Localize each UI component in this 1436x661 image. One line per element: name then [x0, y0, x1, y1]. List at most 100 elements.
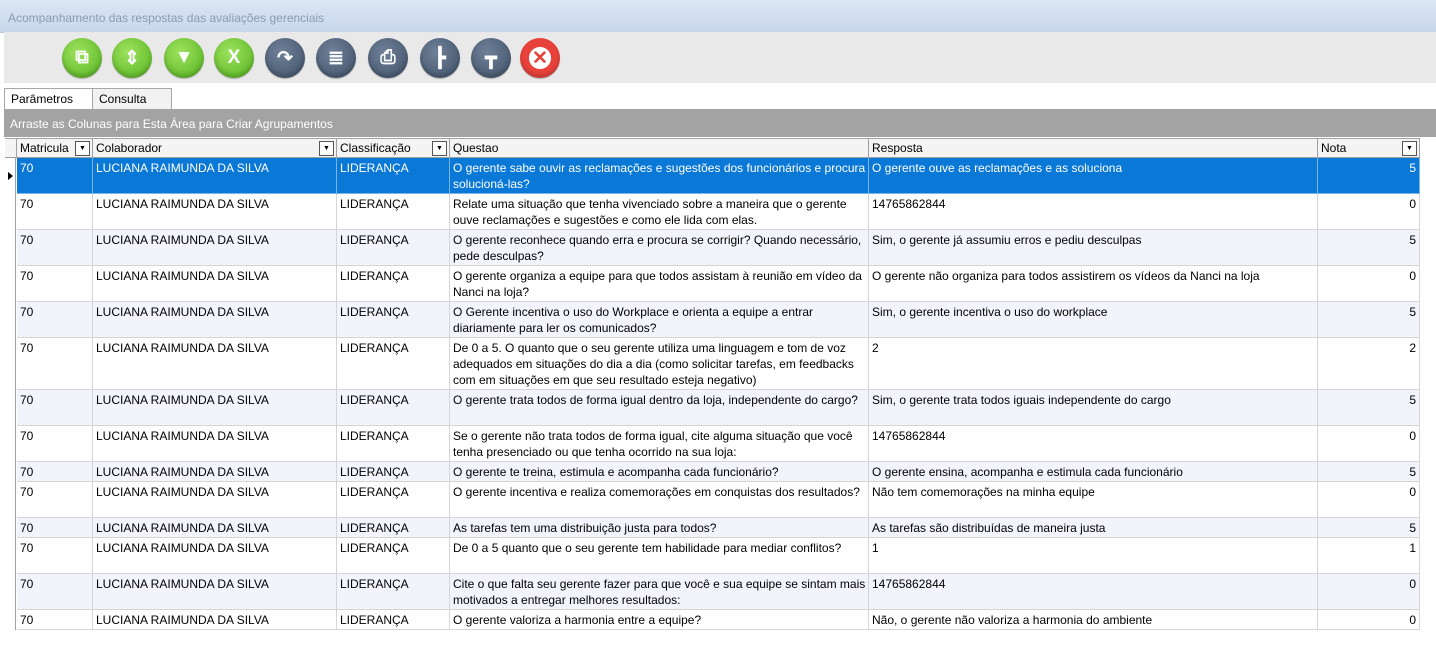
row-indicator[interactable] — [5, 194, 16, 230]
cell-classificacao[interactable]: LIDERANÇA — [337, 194, 450, 230]
cell-colaborador[interactable]: LUCIANA RAIMUNDA DA SILVA — [93, 390, 337, 426]
group-by-panel[interactable]: Arraste as Colunas para Esta Área para C… — [4, 109, 1436, 137]
cell-matricula[interactable]: 70 — [17, 462, 93, 482]
cell-colaborador[interactable]: LUCIANA RAIMUNDA DA SILVA — [93, 230, 337, 266]
tab-consulta[interactable]: Consulta — [92, 88, 172, 109]
cell-matricula[interactable]: 70 — [17, 426, 93, 462]
cell-matricula[interactable]: 70 — [17, 230, 93, 266]
cell-nota[interactable]: 0 — [1318, 194, 1420, 230]
cell-colaborador[interactable]: LUCIANA RAIMUNDA DA SILVA — [93, 194, 337, 230]
cell-questao[interactable]: O gerente incentiva e realiza comemoraçõ… — [450, 482, 869, 518]
cell-questao[interactable]: De 0 a 5 quanto que o seu gerente tem ha… — [450, 538, 869, 574]
cell-colaborador[interactable]: LUCIANA RAIMUNDA DA SILVA — [93, 574, 337, 610]
cell-classificacao[interactable]: LIDERANÇA — [337, 390, 450, 426]
export-document-button[interactable]: ⇕ — [112, 38, 152, 78]
cell-matricula[interactable]: 70 — [17, 266, 93, 302]
cell-nota[interactable]: 0 — [1318, 610, 1420, 630]
cell-classificacao[interactable]: LIDERANÇA — [337, 462, 450, 482]
column-header-colaborador[interactable]: Colaborador ▼ — [93, 138, 337, 158]
cell-resposta[interactable]: O gerente não organiza para todos assist… — [869, 266, 1318, 302]
cell-colaborador[interactable]: LUCIANA RAIMUNDA DA SILVA — [93, 482, 337, 518]
column-header-nota[interactable]: Nota ▼ — [1318, 138, 1420, 158]
cell-questao[interactable]: O gerente organiza a equipe para que tod… — [450, 266, 869, 302]
row-indicator[interactable] — [5, 266, 16, 302]
cell-classificacao[interactable]: LIDERANÇA — [337, 158, 450, 194]
new-document-button[interactable]: ⧉ — [62, 38, 102, 78]
table-row[interactable]: 70 LUCIANA RAIMUNDA DA SILVA LIDERANÇA O ge… — [5, 230, 1421, 266]
cell-colaborador[interactable]: LUCIANA RAIMUNDA DA SILVA — [93, 426, 337, 462]
table-row[interactable]: 70 LUCIANA RAIMUNDA DA SILVA LIDERANÇA O ge… — [5, 266, 1421, 302]
table-row[interactable]: 70 LUCIANA RAIMUNDA DA SILVA LIDERANÇA O Ge… — [5, 302, 1421, 338]
printer-button[interactable]: ⎙ — [368, 38, 408, 78]
table-row[interactable]: 70 LUCIANA RAIMUNDA DA SILVA LIDERANÇA O ge… — [5, 462, 1421, 482]
cell-resposta[interactable]: Não tem comemorações na minha equipe — [869, 482, 1318, 518]
cell-nota[interactable]: 5 — [1318, 158, 1420, 194]
column-header-resposta[interactable]: Resposta — [869, 138, 1318, 158]
row-indicator[interactable] — [5, 390, 16, 426]
table-row[interactable]: 70 LUCIANA RAIMUNDA DA SILVA LIDERANÇA Rela… — [5, 194, 1421, 230]
row-indicator[interactable] — [5, 574, 16, 610]
cell-colaborador[interactable]: LUCIANA RAIMUNDA DA SILVA — [93, 518, 337, 538]
cell-nota[interactable]: 0 — [1318, 482, 1420, 518]
filter-dropdown-icon[interactable]: ▼ — [1402, 141, 1417, 156]
tree-collapse-button[interactable]: ┳ — [471, 38, 511, 78]
table-row[interactable]: 70 LUCIANA RAIMUNDA DA SILVA LIDERANÇA De 0… — [5, 338, 1421, 390]
cell-colaborador[interactable]: LUCIANA RAIMUNDA DA SILVA — [93, 338, 337, 390]
tab-parametros[interactable]: Parâmetros — [4, 88, 95, 109]
row-indicator[interactable] — [5, 538, 16, 574]
cell-resposta[interactable]: Sim, o gerente incentiva o uso do workpl… — [869, 302, 1318, 338]
filter-dropdown-icon[interactable]: ▼ — [319, 141, 334, 156]
cell-nota[interactable]: 5 — [1318, 518, 1420, 538]
cell-resposta[interactable]: 14765862844 — [869, 194, 1318, 230]
cell-questao[interactable]: Relate uma situação que tenha vivenciado… — [450, 194, 869, 230]
cell-classificacao[interactable]: LIDERANÇA — [337, 518, 450, 538]
cell-resposta[interactable]: As tarefas são distribuídas de maneira j… — [869, 518, 1318, 538]
cell-nota[interactable]: 5 — [1318, 230, 1420, 266]
excel-button[interactable]: X — [214, 38, 254, 78]
cell-resposta[interactable]: 2 — [869, 338, 1318, 390]
cell-resposta[interactable]: 14765862844 — [869, 426, 1318, 462]
cell-nota[interactable]: 0 — [1318, 426, 1420, 462]
table-row[interactable]: 70 LUCIANA RAIMUNDA DA SILVA LIDERANÇA De 0… — [5, 538, 1421, 574]
cell-classificacao[interactable]: LIDERANÇA — [337, 302, 450, 338]
cell-colaborador[interactable]: LUCIANA RAIMUNDA DA SILVA — [93, 462, 337, 482]
table-row[interactable]: 70 LUCIANA RAIMUNDA DA SILVA LIDERANÇA Se o… — [5, 426, 1421, 462]
cell-resposta[interactable]: Não, o gerente não valoriza a harmonia d… — [869, 610, 1318, 630]
redo-arrow-button[interactable]: ↷ — [265, 38, 305, 78]
cell-matricula[interactable]: 70 — [17, 538, 93, 574]
cell-nota[interactable]: 0 — [1318, 266, 1420, 302]
row-indicator[interactable] — [5, 462, 16, 482]
row-indicator[interactable] — [5, 426, 16, 462]
cell-resposta[interactable]: 14765862844 — [869, 574, 1318, 610]
cell-matricula[interactable]: 70 — [17, 194, 93, 230]
cell-classificacao[interactable]: LIDERANÇA — [337, 266, 450, 302]
cell-classificacao[interactable]: LIDERANÇA — [337, 338, 450, 390]
cell-colaborador[interactable]: LUCIANA RAIMUNDA DA SILVA — [93, 302, 337, 338]
row-indicator[interactable] — [5, 338, 16, 390]
database-button[interactable]: ≣ — [316, 38, 356, 78]
cell-matricula[interactable]: 70 — [17, 158, 93, 194]
cell-nota[interactable]: 1 — [1318, 538, 1420, 574]
cell-classificacao[interactable]: LIDERANÇA — [337, 482, 450, 518]
close-button[interactable]: ✕ — [520, 38, 560, 78]
cell-colaborador[interactable]: LUCIANA RAIMUNDA DA SILVA — [93, 610, 337, 630]
cell-nota[interactable]: 5 — [1318, 302, 1420, 338]
table-row[interactable]: 70 LUCIANA RAIMUNDA DA SILVA LIDERANÇA O ge… — [5, 158, 1421, 194]
cell-questao[interactable]: Cite o que falta seu gerente fazer para … — [450, 574, 869, 610]
cell-questao[interactable]: O gerente trata todos de forma igual den… — [450, 390, 869, 426]
column-header-classificacao[interactable]: Classificação ▼ — [337, 138, 450, 158]
cell-colaborador[interactable]: LUCIANA RAIMUNDA DA SILVA — [93, 266, 337, 302]
row-indicator[interactable] — [5, 230, 16, 266]
row-indicator[interactable] — [5, 610, 16, 630]
cell-nota[interactable]: 5 — [1318, 462, 1420, 482]
cell-matricula[interactable]: 70 — [17, 610, 93, 630]
table-row[interactable]: 70 LUCIANA RAIMUNDA DA SILVA LIDERANÇA Cite… — [5, 574, 1421, 610]
cell-resposta[interactable]: 1 — [869, 538, 1318, 574]
cell-colaborador[interactable]: LUCIANA RAIMUNDA DA SILVA — [93, 158, 337, 194]
filter-dropdown-icon[interactable]: ▼ — [75, 141, 90, 156]
cell-nota[interactable]: 2 — [1318, 338, 1420, 390]
cell-classificacao[interactable]: LIDERANÇA — [337, 610, 450, 630]
row-indicator[interactable] — [5, 482, 16, 518]
table-row[interactable]: 70 LUCIANA RAIMUNDA DA SILVA LIDERANÇA O ge… — [5, 610, 1421, 630]
cell-matricula[interactable]: 70 — [17, 482, 93, 518]
